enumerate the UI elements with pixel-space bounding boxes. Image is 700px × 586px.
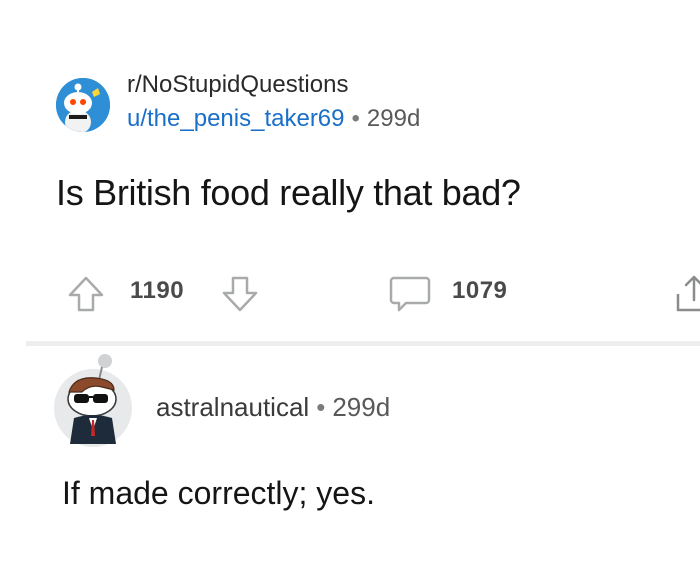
comment-age: 299d [332,392,391,422]
comment-author[interactable]: astralnautical [156,392,309,422]
snoo-icon [56,78,110,132]
speech-bubble-icon [389,276,431,312]
share-button[interactable] [672,272,700,316]
author-line: u/the_penis_taker69 • 299d [127,102,420,136]
comments-button[interactable] [388,272,432,316]
subreddit-avatar[interactable] [56,78,110,132]
arrow-up-icon [68,276,104,312]
upvote-button[interactable] [64,272,108,316]
subreddit-name[interactable]: r/NoStupidQuestions [127,70,420,100]
downvote-button[interactable] [218,272,262,316]
comment-body: If made correctly; yes. [62,475,375,511]
meta-separator: • [316,392,326,422]
post-meta: r/NoStupidQuestions u/the_penis_taker69 •… [127,70,420,136]
post-author[interactable]: u/the_penis_taker69 [127,105,345,132]
post-title[interactable]: Is British food really that bad? [56,172,521,214]
comment-meta: astralnautical • 299d [156,392,390,423]
vote-score: 1190 [130,277,185,304]
comment-count: 1079 [452,277,508,304]
commenter-avatar[interactable] [52,352,138,448]
arrow-down-icon [222,276,258,312]
section-divider [26,341,700,346]
meta-separator: • [351,105,360,132]
post-age: 299d [366,105,421,132]
share-icon [676,275,700,312]
post-header: r/NoStupidQuestions u/the_penis_taker69 •… [56,70,656,134]
snoo-avatar-icon [54,354,132,447]
post-action-bar: 1190 1079 [0,264,700,320]
